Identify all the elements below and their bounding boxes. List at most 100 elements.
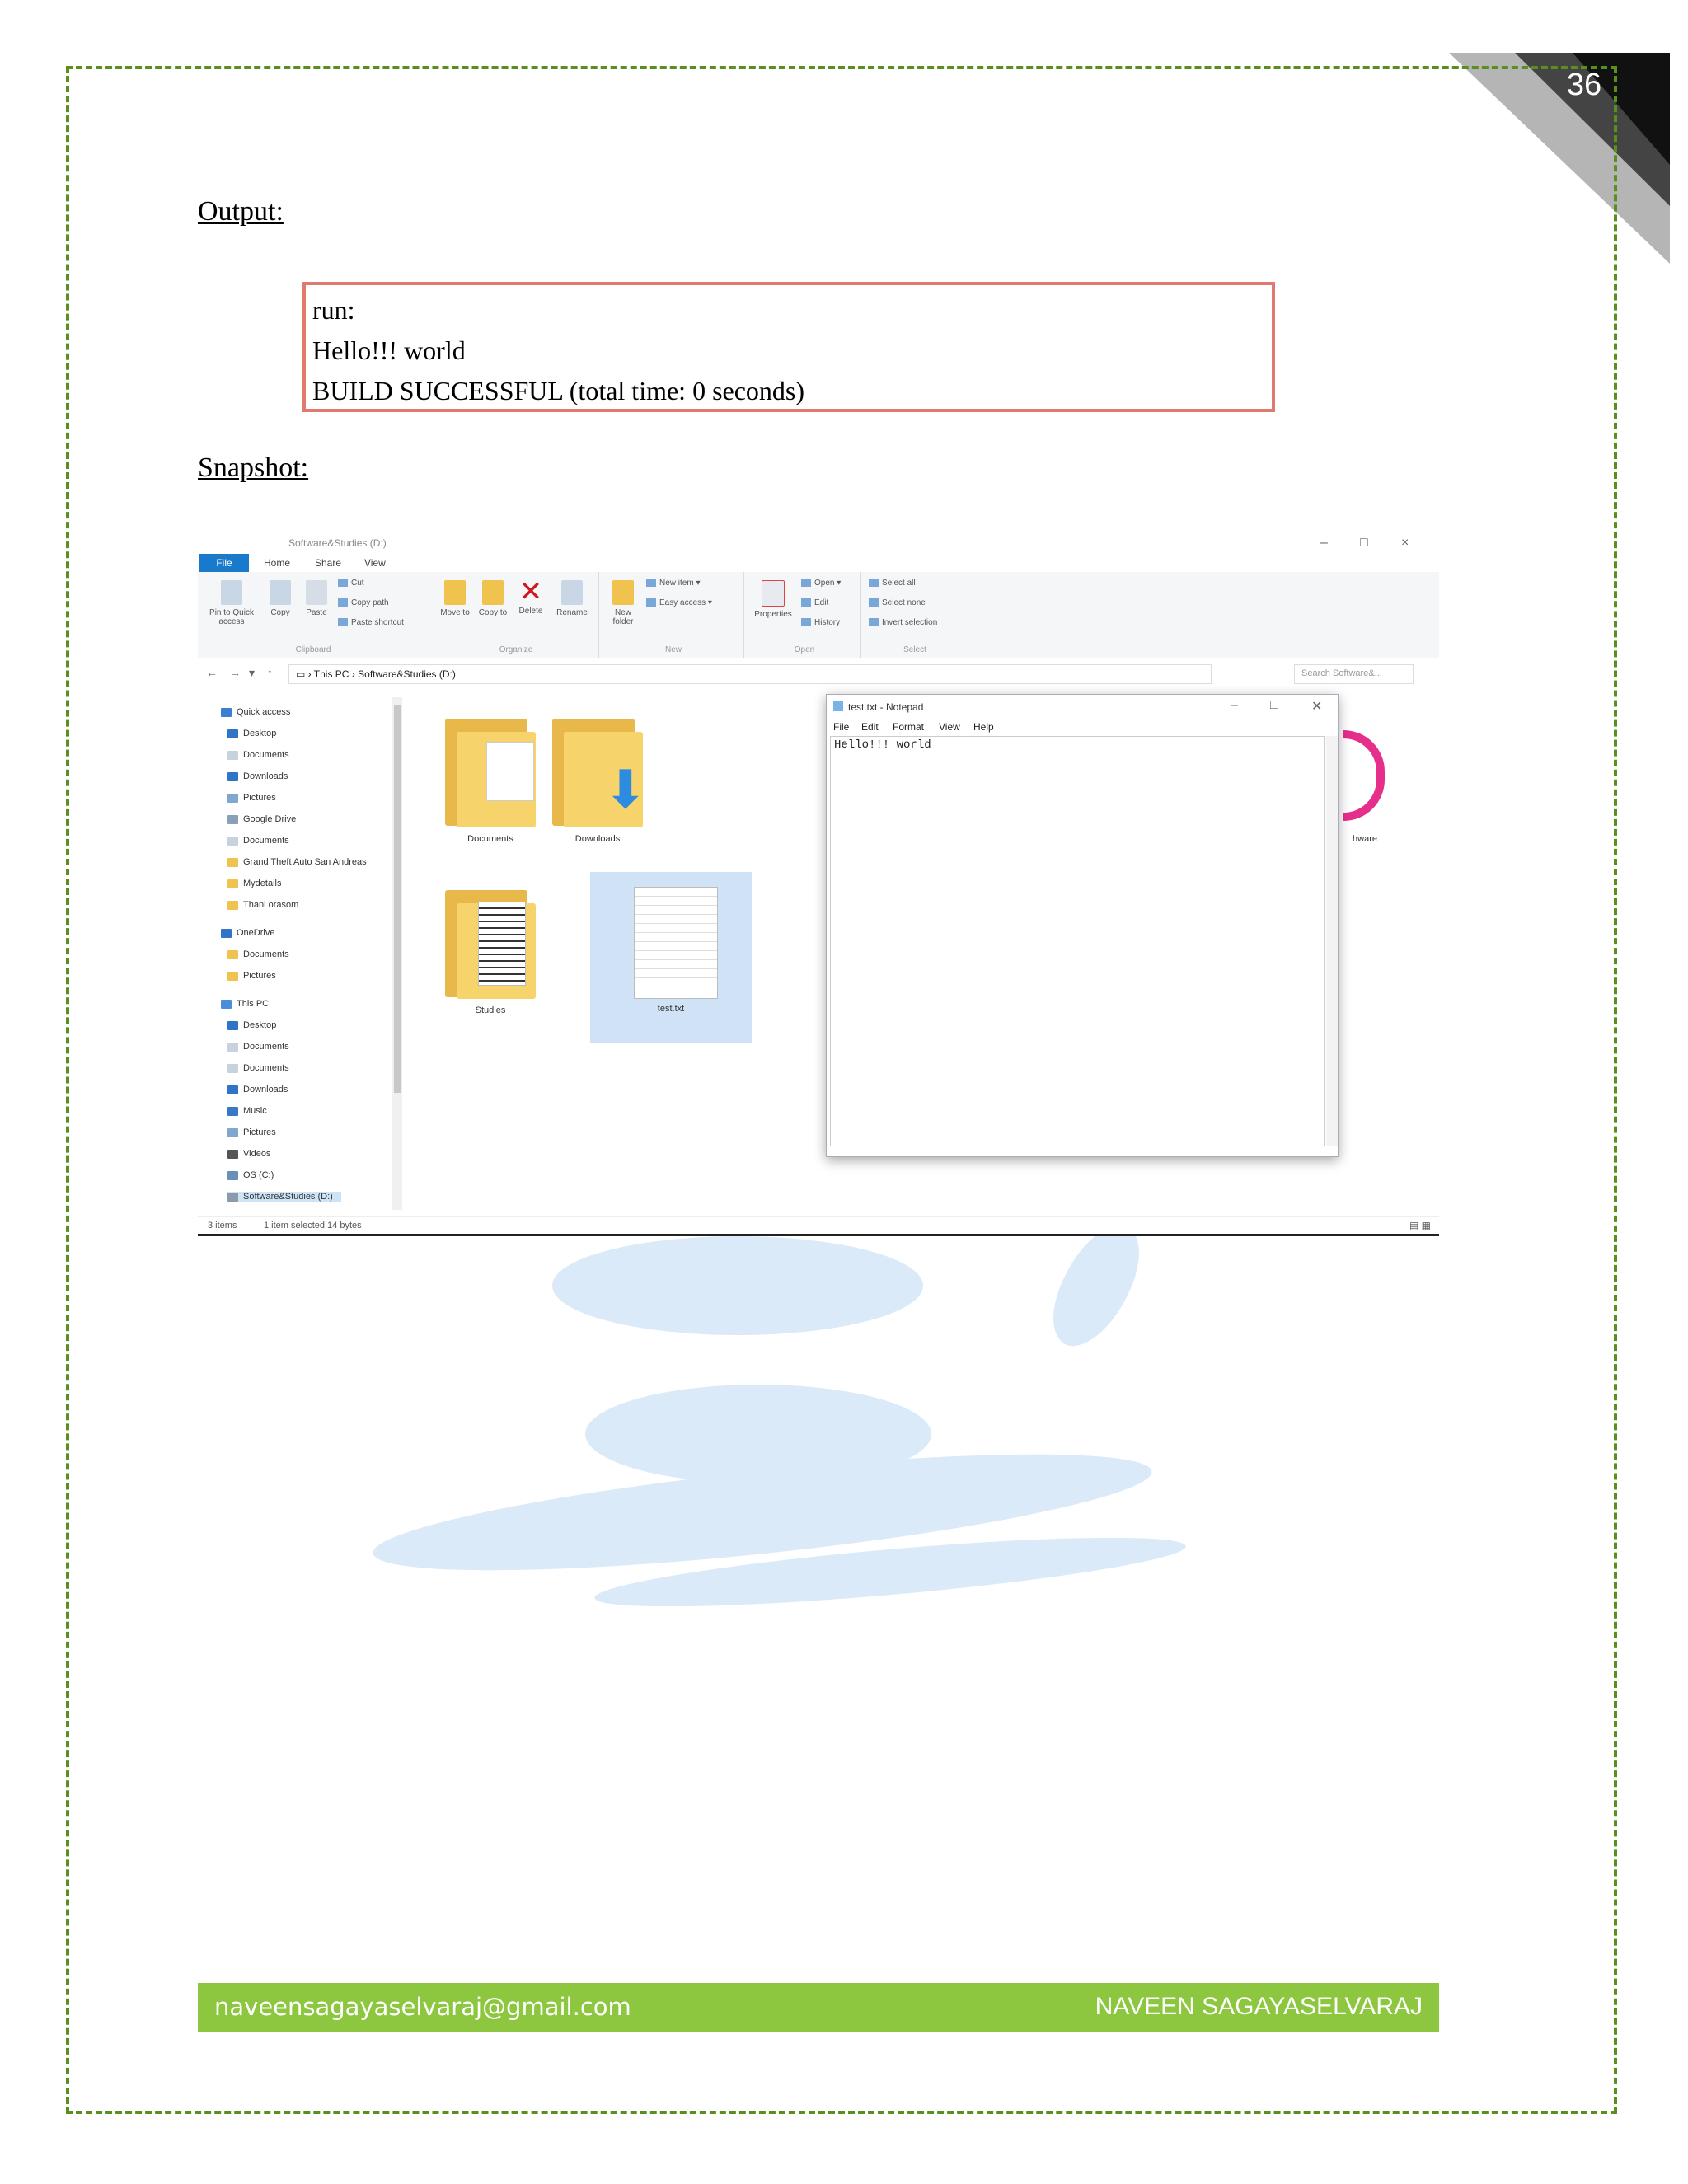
copy-button[interactable]: Copy xyxy=(264,580,297,617)
new-folder-icon xyxy=(612,580,634,605)
footer-email: naveensagayaselvaraj@gmail.com xyxy=(214,1993,631,2021)
star-icon xyxy=(221,707,232,717)
nav-item[interactable]: Grand Theft Auto San Andreas xyxy=(227,857,367,867)
download-arrow-icon: ⬇ xyxy=(603,760,648,819)
tab-view[interactable]: View xyxy=(364,557,386,569)
nav-item[interactable]: Google Drive xyxy=(227,814,296,824)
up-arrow-icon[interactable]: ↑ xyxy=(267,666,273,679)
notepad-text-area[interactable]: Hello!!! world xyxy=(830,736,1325,1146)
nav-item[interactable]: Mydetails xyxy=(227,879,281,888)
new-folder-button[interactable]: New folder xyxy=(607,580,640,626)
select-none-button[interactable]: Select none xyxy=(869,598,926,607)
edit-button[interactable]: Edit xyxy=(801,598,828,607)
new-item-button[interactable]: New item ▾ xyxy=(646,579,701,588)
tab-file[interactable]: File xyxy=(199,554,249,572)
nav-item[interactable]: Pictures xyxy=(227,793,276,803)
computer-icon xyxy=(221,999,232,1009)
nav-item[interactable]: Documents xyxy=(227,949,289,959)
select-none-icon xyxy=(869,598,879,607)
nav-item[interactable]: Music xyxy=(227,1106,267,1116)
copy-to-button[interactable]: Copy to xyxy=(475,580,511,617)
menu-file[interactable]: File xyxy=(833,721,849,733)
history-button[interactable]: History xyxy=(801,618,840,627)
rename-button[interactable]: Rename xyxy=(552,580,592,617)
nav-item[interactable]: Thani orasom xyxy=(227,900,298,910)
nav-onedrive[interactable]: OneDrive xyxy=(221,928,274,938)
file-item-studies[interactable]: Studies xyxy=(420,885,560,1015)
back-arrow-icon[interactable]: ← xyxy=(206,666,218,679)
folder-icon xyxy=(445,885,536,1001)
move-to-button[interactable]: Move to xyxy=(437,580,473,617)
easy-access-button[interactable]: Easy access ▾ xyxy=(646,598,712,607)
select-all-button[interactable]: Select all xyxy=(869,579,916,588)
nav-quick-access[interactable]: Quick access xyxy=(221,707,290,717)
item-count: 3 items xyxy=(208,1221,237,1230)
copy-icon xyxy=(270,580,291,605)
menu-view[interactable]: View xyxy=(939,721,960,733)
videos-icon xyxy=(227,1149,238,1159)
notepad-menu-bar: File Edit Format View Help xyxy=(827,719,1338,736)
view-toggle-icon[interactable]: ▤ ▦ xyxy=(1409,1220,1431,1231)
tab-share[interactable]: Share xyxy=(315,557,341,569)
cloud-icon xyxy=(221,928,232,938)
copy-path-button[interactable]: Copy path xyxy=(338,598,389,607)
nav-item-selected[interactable]: Software&Studies (D:) xyxy=(227,1192,341,1202)
maximize-icon[interactable]: □ xyxy=(1270,698,1278,713)
output-line: run: xyxy=(312,295,355,325)
minimize-icon[interactable]: – xyxy=(1320,536,1328,551)
scrollbar-thumb[interactable] xyxy=(394,705,401,1093)
nav-scrollbar[interactable] xyxy=(392,697,402,1210)
menu-edit[interactable]: Edit xyxy=(861,721,879,733)
nav-item[interactable]: Videos xyxy=(227,1149,270,1159)
copy-to-icon xyxy=(482,580,504,605)
nav-this-pc[interactable]: This PC xyxy=(221,999,269,1009)
pin-quick-access-button[interactable]: Pin to Quick access xyxy=(203,580,260,626)
output-line: Hello!!! world xyxy=(312,335,466,365)
nav-item[interactable]: Documents xyxy=(227,836,289,846)
nav-item[interactable]: Documents xyxy=(227,750,289,760)
paste-button[interactable]: Paste xyxy=(300,580,333,617)
folder-icon xyxy=(227,971,238,981)
delete-x-icon: ✕ xyxy=(518,576,543,607)
minimize-icon[interactable]: – xyxy=(1231,698,1238,713)
nav-item[interactable]: Documents xyxy=(227,1042,289,1052)
close-icon[interactable]: × xyxy=(1401,536,1409,551)
explorer-titlebar: Software&Studies (D:) – □ × xyxy=(198,532,1439,554)
nav-item[interactable]: Pictures xyxy=(227,971,276,981)
properties-button[interactable]: Properties xyxy=(748,580,798,619)
notepad-scrollbar[interactable] xyxy=(1326,736,1338,1146)
cut-button[interactable]: Cut xyxy=(338,579,364,588)
notepad-window: test.txt - Notepad – □ ✕ File Edit Forma… xyxy=(826,694,1339,1157)
menu-format[interactable]: Format xyxy=(893,721,924,733)
file-item-downloads[interactable]: ⬇ Downloads xyxy=(528,714,668,844)
paste-shortcut-button[interactable]: Paste shortcut xyxy=(338,618,404,627)
delete-button[interactable]: ✕ Delete xyxy=(513,577,549,616)
desktop-icon xyxy=(227,1020,238,1030)
nav-item[interactable]: Desktop xyxy=(227,1020,276,1030)
search-input[interactable]: Search Software&... xyxy=(1294,664,1414,684)
download-icon xyxy=(227,771,238,781)
nav-item[interactable]: Pictures xyxy=(227,1127,276,1137)
menu-help[interactable]: Help xyxy=(973,721,994,733)
open-button[interactable]: Open ▾ xyxy=(801,579,841,588)
select-all-icon xyxy=(869,579,879,588)
chevron-down-icon[interactable]: ▾ xyxy=(249,666,255,680)
nav-item[interactable]: OS (C:) xyxy=(227,1170,274,1180)
ribbon-group-label: New xyxy=(664,645,682,654)
nav-item[interactable]: Downloads xyxy=(227,771,288,781)
easy-access-icon xyxy=(646,598,656,607)
nav-item[interactable]: Downloads xyxy=(227,1085,288,1094)
invert-selection-button[interactable]: Invert selection xyxy=(869,618,937,627)
google-drive-icon xyxy=(227,814,238,824)
close-icon[interactable]: ✕ xyxy=(1311,698,1322,715)
address-bar[interactable]: ▭ › This PC › Software&Studies (D:) xyxy=(288,664,1212,684)
tab-home[interactable]: Home xyxy=(264,557,290,569)
maximize-icon[interactable]: □ xyxy=(1360,536,1368,551)
notepad-icon xyxy=(833,701,843,711)
ribbon-group-label: Organize xyxy=(499,645,533,654)
nav-item[interactable]: Documents xyxy=(227,1063,289,1073)
file-item-test-txt[interactable]: test.txt xyxy=(590,872,752,1043)
nav-item[interactable]: Desktop xyxy=(227,729,276,738)
selection-info: 1 item selected 14 bytes xyxy=(264,1221,362,1230)
forward-arrow-icon[interactable]: → xyxy=(229,666,241,679)
